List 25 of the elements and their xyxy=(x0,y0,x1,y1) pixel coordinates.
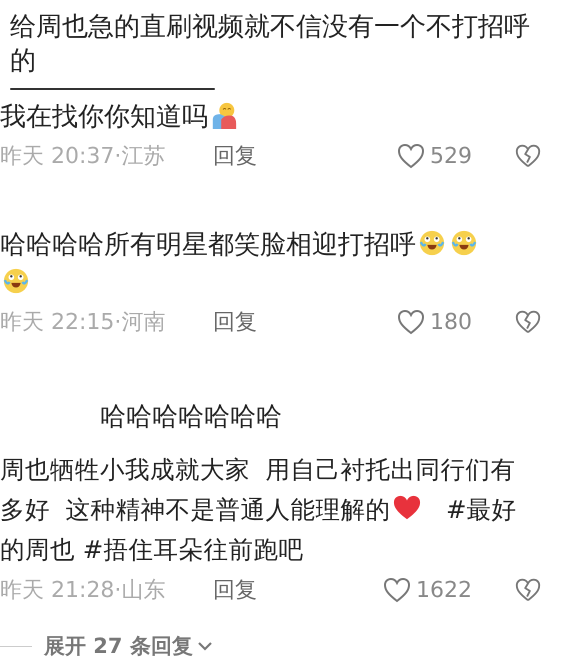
like-heart-icon[interactable] xyxy=(396,307,426,337)
comment-time-location: 昨天 22:15·河南 xyxy=(0,309,166,337)
laughing-emoji-icon xyxy=(418,229,446,257)
comment-time-location: 昨天 20:37·江苏 xyxy=(0,143,166,171)
like-count: 180 xyxy=(430,310,472,334)
broken-heart-icon[interactable] xyxy=(514,576,542,604)
reply-link[interactable]: 回复 xyxy=(213,307,396,337)
comment-text: 给周也急的直刷视频就不信没有一个不打招呼的 xyxy=(9,11,531,78)
heart-emoji-icon xyxy=(392,494,421,522)
comment-text: 周也牺牲小我成就大家 用自己衬托出同行们有多好 这种精神不是普通人能理解的 #最好的周也 #捂住耳朵往前跑吧 xyxy=(0,454,518,566)
like-heart-icon[interactable] xyxy=(382,575,412,605)
like-count: 1622 xyxy=(416,578,472,602)
comment-time-location: 昨天 21:28·山东 xyxy=(0,577,166,605)
laughing-emoji-icon xyxy=(450,229,478,257)
broken-heart-icon[interactable] xyxy=(514,308,542,336)
chevron-down-icon xyxy=(196,640,213,652)
broken-heart-icon[interactable] xyxy=(514,142,542,170)
like-count: 529 xyxy=(430,144,472,168)
reply-link[interactable]: 回复 xyxy=(213,141,396,171)
like-heart-icon[interactable] xyxy=(396,141,426,171)
comment-text: 我在找你你知道吗 xyxy=(0,98,520,136)
reply-link[interactable]: 回复 xyxy=(213,575,382,605)
hug-emoji-icon xyxy=(210,101,238,129)
comment-text: 哈哈哈哈所有明星都笑脸相迎打招呼 xyxy=(0,226,495,302)
expand-replies-button[interactable]: 展开 27 条回复 xyxy=(44,632,213,660)
